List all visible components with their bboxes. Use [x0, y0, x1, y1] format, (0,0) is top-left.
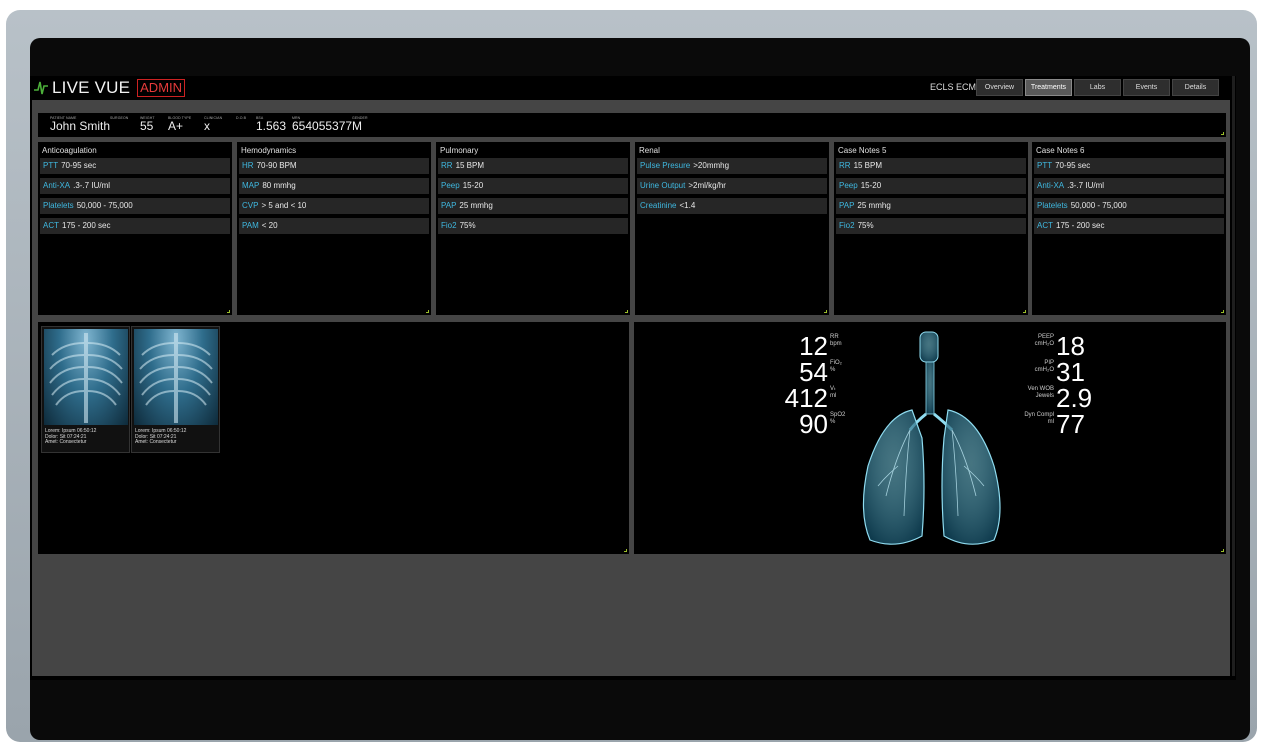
patient-name-field: PATIENT NAME John Smith [50, 116, 111, 133]
card-row[interactable]: PTT 70-95 sec [1034, 158, 1224, 174]
heartbeat-icon [34, 81, 48, 95]
top-bar: LIVE VUE ADMIN ECLS ECMO Overview Treatm… [30, 76, 1236, 100]
resize-corner[interactable] [1023, 310, 1026, 313]
card-pulmonary: Pulmonary RR 15 BPM Peep 15-20 PAP 25 mmhg … [436, 142, 630, 315]
card-row[interactable]: PAP 25 mmhg [836, 198, 1026, 214]
respiratory-panel: 12 RR bpm 54 FiO₂% 412 Vₜ ml 90 SpO2% PE… [634, 322, 1226, 554]
lungs-icon [862, 331, 1001, 545]
gender-field: GENDER M [352, 116, 368, 133]
dob-field: D.O.B [236, 116, 247, 120]
card-row[interactable]: Fio2 75% [836, 218, 1026, 234]
xray-thumbnail[interactable]: Lorem: Ipsum 06:50:12 Dolor: Sit 07:24:2… [41, 326, 130, 453]
resize-corner[interactable] [1221, 132, 1224, 135]
imaging-panel: Lorem: Ipsum 06:50:12 Dolor: Sit 07:24:2… [38, 322, 629, 554]
card-row[interactable]: RR 15 BPM [438, 158, 628, 174]
resize-corner[interactable] [426, 310, 429, 313]
ribcage-icon [139, 333, 213, 423]
resize-corner[interactable] [625, 310, 628, 313]
card-row[interactable]: Anti-XA .3-.7 IU/ml [40, 178, 230, 194]
vital-dyn-compl: Dyn Compl ml 77 [1024, 409, 1085, 439]
card-hemodynamics: Hemodynamics HR 70-90 BPM MAP 80 mmhg CVP >… [237, 142, 431, 315]
card-title: Pulmonary [440, 146, 479, 155]
weight-value: 55 [140, 119, 154, 133]
vital-spo2: 90 SpO2% [799, 409, 846, 439]
card-anticoagulation: Anticoagulation PTT 70-95 sec Anti-XA .3-.… [38, 142, 232, 315]
app-screen: LIVE VUE ADMIN ECLS ECMO Overview Treatm… [30, 76, 1236, 680]
card-row[interactable]: Platelets 50,000 - 75,000 [1034, 198, 1224, 214]
bsa-field: BSA 1.563 [256, 116, 287, 133]
surgeon-field: SURGEON [110, 116, 129, 120]
resize-corner[interactable] [1221, 310, 1224, 313]
card-row[interactable]: CVP > 5 and < 10 [239, 198, 429, 214]
xray-thumbnail[interactable]: Lorem: Ipsum 06:50:12 Dolor: Sit 07:24:2… [131, 326, 220, 453]
nav-tabs: Overview Treatments Labs Events Details [976, 79, 1219, 96]
card-renal: Renal Pulse Presure >20mmhg Urine Output >… [635, 142, 829, 315]
card-title: Renal [639, 146, 660, 155]
clinician-value: x [204, 119, 210, 133]
gender-value: M [352, 119, 362, 133]
tab-details[interactable]: Details [1172, 79, 1219, 96]
tab-overview[interactable]: Overview [976, 79, 1023, 96]
mrn-value: 654055377 [292, 119, 353, 133]
card-row[interactable]: Pulse Presure >20mmhg [637, 158, 827, 174]
card-row[interactable]: Anti-XA .3-.7 IU/ml [1034, 178, 1224, 194]
card-row[interactable]: Fio2 75% [438, 218, 628, 234]
chest-xray-image [134, 329, 218, 425]
vitals-right: PEEP cmH₂O 18 PIP cmH₂O 31 Ven WOB Jewels 2… [1024, 333, 1114, 439]
xray-meta: Lorem: Ipsum 06:50:12 Dolor: Sit 07:24:2… [135, 428, 187, 445]
chest-xray-image [44, 329, 128, 425]
treatment-cards: Anticoagulation PTT 70-95 sec Anti-XA .3-.… [38, 142, 1226, 315]
blood-type-field: BLOOD TYPE A+ [168, 116, 192, 133]
app-logo: LIVE VUE ADMIN [34, 78, 186, 98]
card-row[interactable]: Platelets 50,000 - 75,000 [40, 198, 230, 214]
blood-type-value: A+ [168, 119, 184, 133]
card-row[interactable]: PAM < 20 [239, 218, 429, 234]
resize-corner[interactable] [624, 549, 627, 552]
card-row[interactable]: PTT 70-95 sec [40, 158, 230, 174]
card-row[interactable]: RR 15 BPM [836, 158, 1026, 174]
resize-corner[interactable] [1221, 549, 1224, 552]
card-row[interactable]: ACT 175 - 200 sec [1034, 218, 1224, 234]
app-title: LIVE VUE [52, 78, 131, 97]
tab-treatments[interactable]: Treatments [1025, 79, 1072, 96]
resize-corner[interactable] [824, 310, 827, 313]
card-title: Case Notes 5 [838, 146, 887, 155]
xray-meta: Lorem: Ipsum 06:50:12 Dolor: Sit 07:24:2… [45, 428, 97, 445]
card-row[interactable]: ACT 175 - 200 sec [40, 218, 230, 234]
resize-corner[interactable] [227, 310, 230, 313]
card-row[interactable]: Peep 15-20 [438, 178, 628, 194]
card-row[interactable]: PAP 25 mmhg [438, 198, 628, 214]
card-case-notes-5: Case Notes 5 RR 15 BPM Peep 15-20 PAP 25 mm… [834, 142, 1028, 315]
clinician-field: CLINICIAN x [204, 116, 223, 133]
mrn-field: MRN 654055377 [292, 116, 353, 133]
patient-bar: PATIENT NAME John Smith SURGEON WEIGHT 5… [38, 113, 1226, 137]
card-title: Anticoagulation [42, 146, 97, 155]
tab-events[interactable]: Events [1123, 79, 1170, 96]
vertical-scrollbar[interactable] [1232, 76, 1235, 676]
card-row[interactable]: MAP 80 mmhg [239, 178, 429, 194]
admin-badge: ADMIN [137, 79, 186, 97]
card-row[interactable]: Creatinine <1.4 [637, 198, 827, 214]
ribcage-icon [49, 333, 123, 423]
vitals-left: 12 RR bpm 54 FiO₂% 412 Vₜ ml 90 SpO2% [784, 333, 846, 439]
card-title: Case Notes 6 [1036, 146, 1085, 155]
bsa-value: 1.563 [256, 119, 287, 133]
tab-labs[interactable]: Labs [1074, 79, 1121, 96]
weight-field: WEIGHT 55 [140, 116, 155, 133]
card-title: Hemodynamics [241, 146, 297, 155]
main-area: PATIENT NAME John Smith SURGEON WEIGHT 5… [32, 100, 1230, 676]
card-case-notes-6: Case Notes 6 PTT 70-95 sec Anti-XA .3-.7 I… [1032, 142, 1226, 315]
card-row[interactable]: Peep 15-20 [836, 178, 1026, 194]
card-row[interactable]: Urine Output >2ml/kg/hr [637, 178, 827, 194]
patient-name: John Smith [50, 119, 111, 133]
card-row[interactable]: HR 70-90 BPM [239, 158, 429, 174]
